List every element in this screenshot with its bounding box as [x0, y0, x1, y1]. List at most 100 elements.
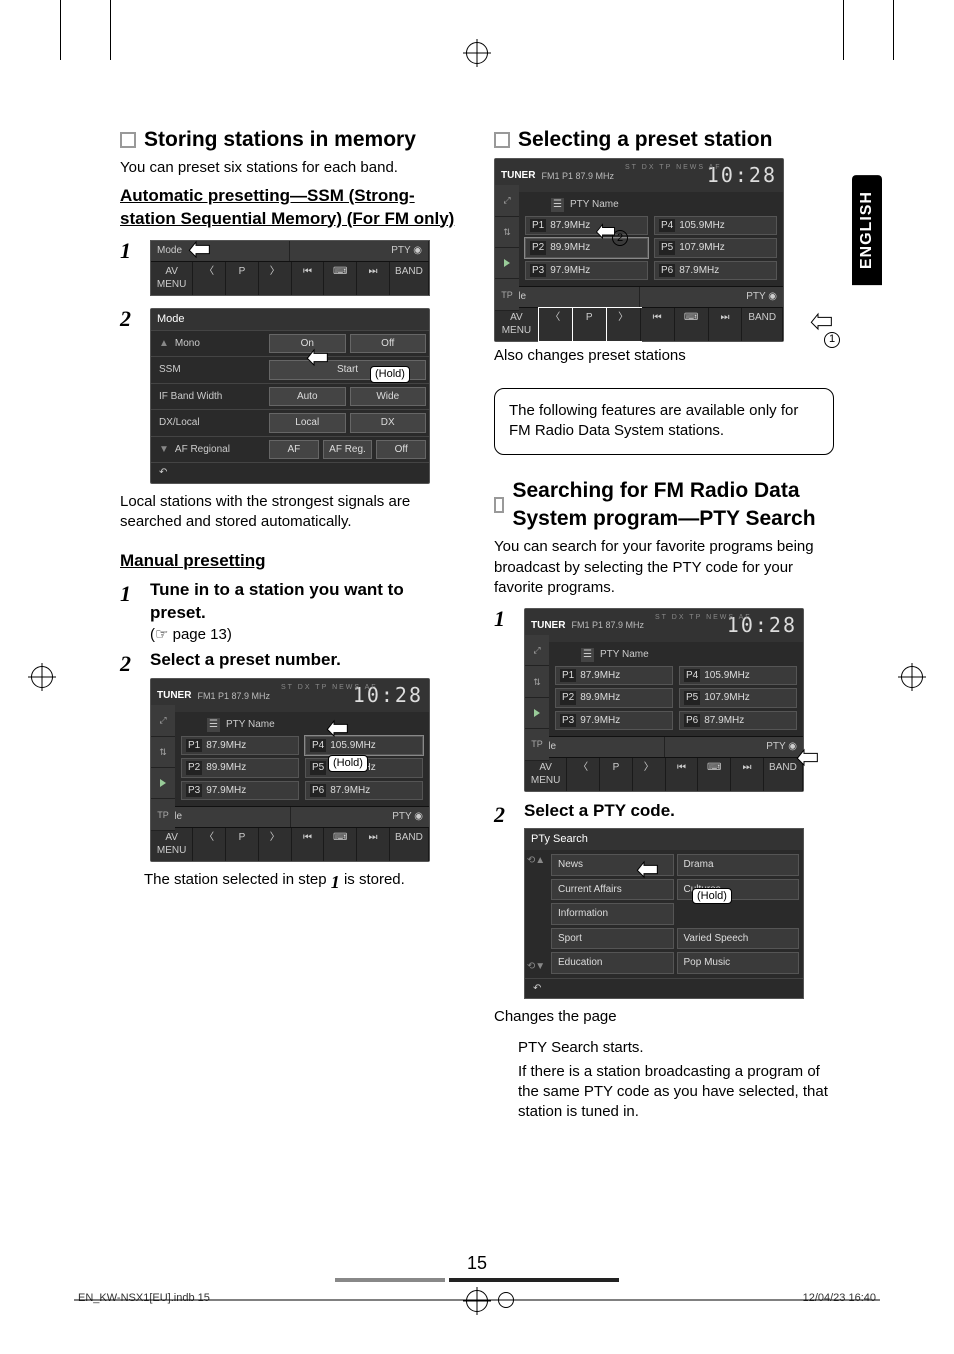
- pty-name-label: PTY Name: [226, 718, 275, 732]
- page-number: 15: [335, 1253, 619, 1282]
- ffwd-button[interactable]: ⏭: [709, 308, 743, 341]
- manual-result: The station selected in step 1 is stored…: [144, 870, 460, 894]
- mode-row-mono[interactable]: Mono: [175, 337, 200, 351]
- prev-button[interactable]: 〈: [193, 262, 226, 295]
- pointer-hand-icon: [184, 232, 218, 262]
- side-btn-1[interactable]: ⤢: [495, 185, 519, 216]
- band-button[interactable]: BAND: [390, 828, 429, 861]
- preset-icon[interactable]: P: [226, 828, 259, 861]
- side-btn-2[interactable]: ⇅: [495, 217, 519, 248]
- avmenu-button[interactable]: AV MENU: [495, 308, 539, 341]
- preset-p3[interactable]: P397.9MHz: [181, 781, 299, 801]
- next-button[interactable]: 〉: [259, 262, 292, 295]
- avmenu-button[interactable]: AV MENU: [151, 828, 193, 861]
- preset-p2[interactable]: P289.9MHz: [181, 758, 299, 778]
- side-btn-tp[interactable]: TP: [495, 279, 519, 310]
- rew-button[interactable]: ⏮: [292, 262, 325, 295]
- square-bullet-icon: [494, 497, 504, 513]
- mode-row-ifbw[interactable]: IF Band Width: [159, 390, 222, 404]
- direct-button[interactable]: ⌨: [324, 828, 357, 861]
- band-button[interactable]: BAND: [390, 262, 429, 295]
- also-changes-label: Also changes preset stations: [494, 346, 834, 366]
- prev-button[interactable]: 〈: [193, 828, 226, 861]
- mode-button[interactable]: Mode: [151, 241, 290, 261]
- prev-button[interactable]: 〈: [539, 308, 573, 341]
- pointer-hand-icon: [322, 711, 356, 741]
- page-up-icon[interactable]: ⟲▲: [527, 854, 545, 868]
- heading-storing: Storing stations in memory: [144, 126, 416, 154]
- mono-off[interactable]: Off: [350, 334, 427, 354]
- back-button[interactable]: ↶: [151, 462, 429, 483]
- band-button[interactable]: BAND: [742, 308, 783, 341]
- side-btn-3[interactable]: [151, 768, 175, 799]
- registration-mark-top: [466, 42, 488, 64]
- preset-p6[interactable]: P687.9MHz: [305, 781, 423, 801]
- square-bullet-icon: [120, 132, 136, 148]
- back-button[interactable]: ↶: [525, 978, 803, 999]
- pty-drama[interactable]: Drama: [677, 854, 800, 876]
- tuner-select-screenshot: TUNER FM1 P1 87.9 MHz ST DX TP NEWS AF 1…: [494, 158, 784, 342]
- pty-button[interactable]: PTY ◉: [640, 287, 784, 307]
- mode-row-afreg[interactable]: AF Regional: [175, 443, 230, 457]
- ifbw-auto[interactable]: Auto: [269, 387, 346, 407]
- preset-p1[interactable]: P187.9MHz: [181, 736, 299, 756]
- side-btn-3[interactable]: [495, 248, 519, 279]
- pty-button[interactable]: PTY ◉: [290, 241, 429, 261]
- pty-result-body: If there is a station broadcasting a pro…: [518, 1062, 834, 1123]
- pty-information[interactable]: Information: [551, 903, 674, 925]
- preset-p2[interactable]: P289.9MHz: [525, 238, 648, 258]
- afreg-afreg[interactable]: AF Reg.: [323, 440, 373, 460]
- manual-step1-text: Tune in to a station you want to preset.: [150, 579, 460, 625]
- avmenu-button[interactable]: AV MENU: [151, 262, 193, 295]
- afreg-af[interactable]: AF: [269, 440, 319, 460]
- pty-sport[interactable]: Sport: [551, 928, 674, 950]
- ifbw-wide[interactable]: Wide: [350, 387, 427, 407]
- step-number-1: 1: [120, 236, 142, 266]
- pty-step-1: 1: [494, 604, 516, 634]
- page-down-icon[interactable]: ⟲▼: [527, 960, 545, 974]
- rew-button[interactable]: ⏮: [641, 308, 675, 341]
- pty-varied-speech[interactable]: Varied Speech: [677, 928, 800, 950]
- manual-step-1: 1: [120, 579, 142, 609]
- manual-step2-text: Select a preset number.: [150, 649, 460, 672]
- preset-p4[interactable]: P4105.9MHz: [654, 216, 777, 236]
- preset-icon[interactable]: P: [573, 308, 607, 341]
- square-bullet-icon: [494, 132, 510, 148]
- dxlocal-local[interactable]: Local: [269, 413, 346, 433]
- pty-button[interactable]: PTY ◉: [291, 807, 430, 827]
- direct-button[interactable]: ⌨: [675, 308, 709, 341]
- dxlocal-dx[interactable]: DX: [350, 413, 427, 433]
- fm-rds-note: The following features are available onl…: [494, 388, 834, 455]
- afreg-off[interactable]: Off: [376, 440, 426, 460]
- heading-manual-preset: Manual presetting: [120, 550, 460, 573]
- preset-p1[interactable]: P187.9MHz: [525, 216, 648, 236]
- preset-p3[interactable]: P397.9MHz: [525, 261, 648, 281]
- direct-button[interactable]: ⌨: [324, 262, 357, 295]
- next-button[interactable]: 〉: [607, 308, 641, 341]
- pty-search-body: You can search for your favorite program…: [494, 537, 834, 598]
- preset-p6[interactable]: P687.9MHz: [654, 261, 777, 281]
- manual-step-2: 2: [120, 649, 142, 679]
- ffwd-button[interactable]: ⏭: [357, 828, 390, 861]
- pty-education[interactable]: Education: [551, 952, 674, 974]
- preset-p5[interactable]: P5107.9MHz: [654, 238, 777, 258]
- preset-icon[interactable]: P: [226, 262, 259, 295]
- mode-menu-screenshot: Mode ▲MonoOnOff SSMStart IF Band WidthAu…: [150, 308, 430, 484]
- registration-mark-right: [901, 666, 923, 688]
- mode-row-dxlocal[interactable]: DX/Local: [159, 416, 200, 430]
- mode-row-ssm[interactable]: SSM: [159, 363, 181, 377]
- side-btn-2[interactable]: ⇅: [151, 737, 175, 768]
- pty-pop-music[interactable]: Pop Music: [677, 952, 800, 974]
- pty-current-affairs[interactable]: Current Affairs: [551, 879, 674, 901]
- pointer-hand-icon: [632, 852, 666, 882]
- side-btn-1[interactable]: ⤢: [151, 705, 175, 736]
- ffwd-button[interactable]: ⏭: [357, 262, 390, 295]
- callout-1: 1: [824, 332, 840, 348]
- source-label: TUNER: [157, 689, 191, 703]
- next-button[interactable]: 〉: [259, 828, 292, 861]
- rew-button[interactable]: ⏮: [292, 828, 325, 861]
- manual-step1-ref: (☞ page 13): [150, 625, 460, 645]
- side-btn-tp[interactable]: TP: [151, 799, 175, 830]
- hold-label: (Hold): [328, 755, 368, 772]
- hold-label: (Hold): [692, 888, 732, 905]
